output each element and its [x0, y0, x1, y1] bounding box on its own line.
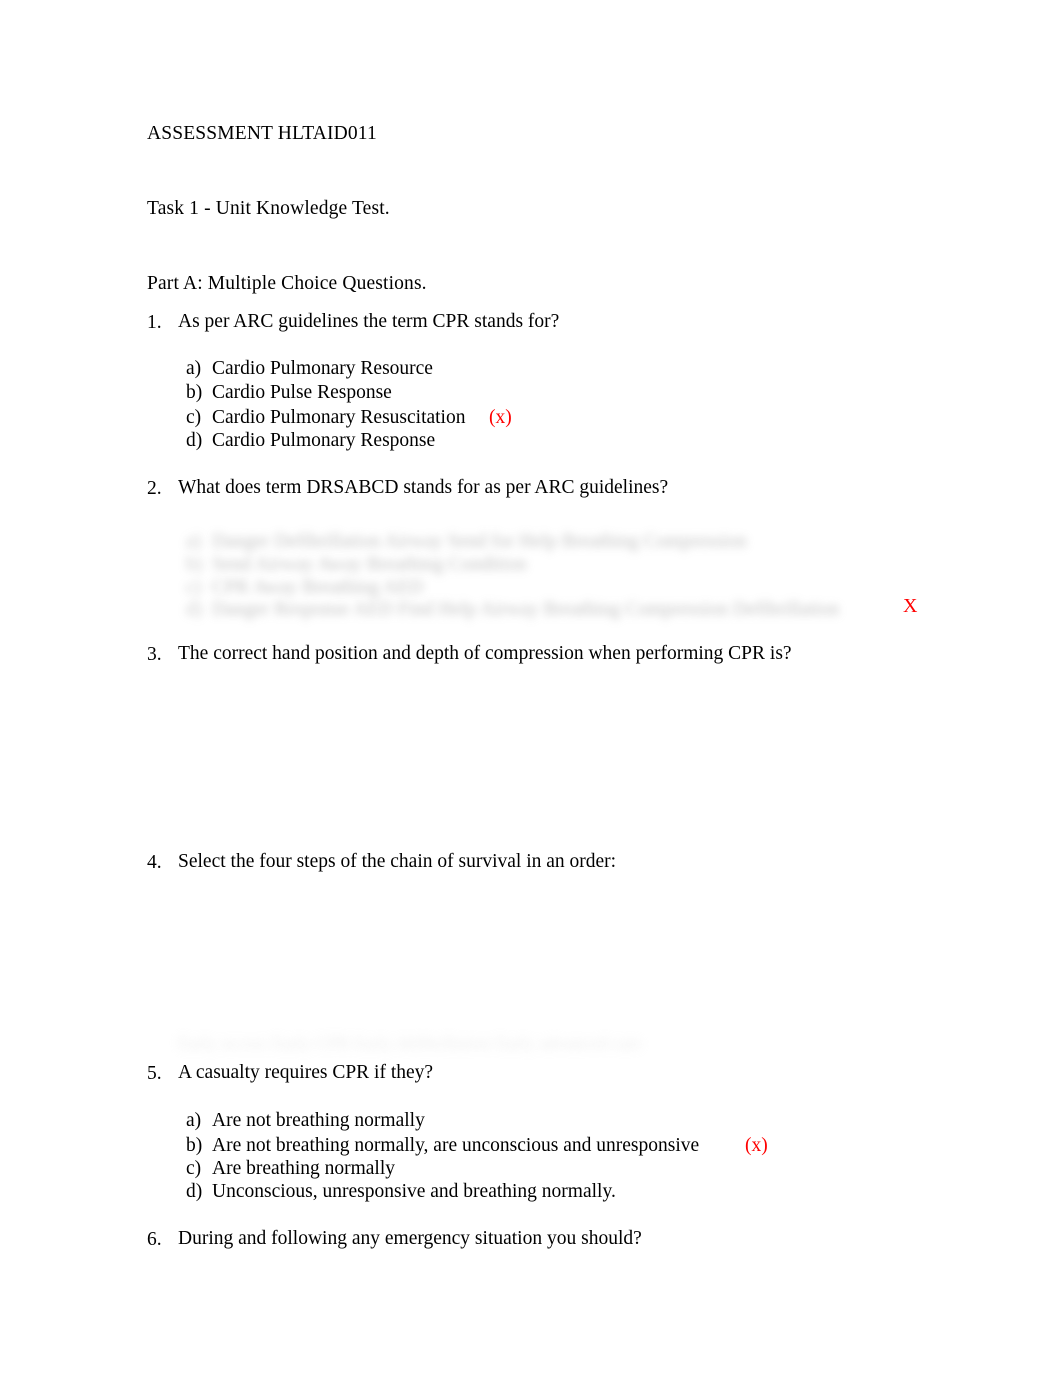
task-heading: Task 1 - Unit Knowledge Test.	[147, 198, 390, 219]
question-1-option-d-text[interactable]: Cardio Pulmonary Response	[212, 430, 435, 452]
question-6-number: 6.	[147, 1229, 162, 1250]
question-2-option-c-text: CPR Away Breathing AED	[212, 577, 424, 598]
question-1-option-c-text[interactable]: Cardio Pulmonary Resuscitation	[212, 407, 465, 429]
question-2-option-b-letter: b)	[186, 554, 203, 575]
question-2-cross-mark: X	[903, 595, 918, 617]
question-2-option-a-text: Danger Defibrillation Airway Send for He…	[212, 531, 747, 552]
question-1-option-a-letter: a)	[186, 358, 202, 379]
question-5-option-c-text[interactable]: Are breathing normally	[212, 1158, 395, 1180]
question-2-option-d-letter: d)	[186, 599, 203, 620]
question-3-number: 3.	[147, 644, 162, 665]
question-5-option-d-text[interactable]: Unconscious, unresponsive and breathing …	[212, 1181, 616, 1203]
question-2-option-d-text: Danger Response AED Find Help Airway Bre…	[212, 599, 840, 620]
question-5-option-c-letter: c)	[186, 1158, 202, 1179]
question-3-text: The correct hand position and depth of c…	[178, 643, 792, 664]
question-4-erased-remnant: Early access Early CPR Early defibrillat…	[178, 1033, 642, 1053]
question-5-option-a-letter: a)	[186, 1110, 202, 1131]
document-title: ASSESSMENT HLTAID011	[147, 123, 377, 144]
question-1-option-b-text[interactable]: Cardio Pulse Response	[212, 382, 392, 404]
question-5-number: 5.	[147, 1063, 162, 1084]
question-5-option-b-text[interactable]: Are not breathing normally, are unconsci…	[212, 1135, 699, 1157]
question-2-text: What does term DRSABCD stands for as per…	[178, 477, 669, 498]
question-4-number: 4.	[147, 852, 162, 873]
question-5-option-a-text[interactable]: Are not breathing normally	[212, 1110, 425, 1132]
question-4-text: Select the four steps of the chain of su…	[178, 851, 617, 872]
question-1-option-b-letter: b)	[186, 382, 203, 403]
question-1-number: 1.	[147, 312, 162, 333]
question-5-option-d-letter: d)	[186, 1181, 203, 1202]
question-1-text: As per ARC guidelines the term CPR stand…	[178, 311, 560, 332]
part-heading: Part A: Multiple Choice Questions.	[147, 273, 427, 294]
question-6-text: During and following any emergency situa…	[178, 1228, 642, 1249]
question-1-option-a-text[interactable]: Cardio Pulmonary Resource	[212, 358, 433, 380]
question-5-answer-mark: (x)	[745, 1135, 768, 1156]
question-2-number: 2.	[147, 478, 162, 499]
question-1-option-d-letter: d)	[186, 430, 203, 451]
question-5-text: A casualty requires CPR if they?	[178, 1062, 434, 1083]
question-1-option-c-letter: c)	[186, 407, 202, 428]
question-5-option-b-letter: b)	[186, 1135, 203, 1156]
question-1-answer-mark: (x)	[489, 407, 512, 428]
document-page: ASSESSMENT HLTAID011 Task 1 - Unit Knowl…	[0, 0, 1062, 1377]
question-2-option-b-text: Send Airway Away Breathing Condition	[212, 554, 527, 575]
question-2-option-a-letter: a)	[186, 531, 202, 552]
question-2-option-c-letter: c)	[186, 577, 202, 598]
